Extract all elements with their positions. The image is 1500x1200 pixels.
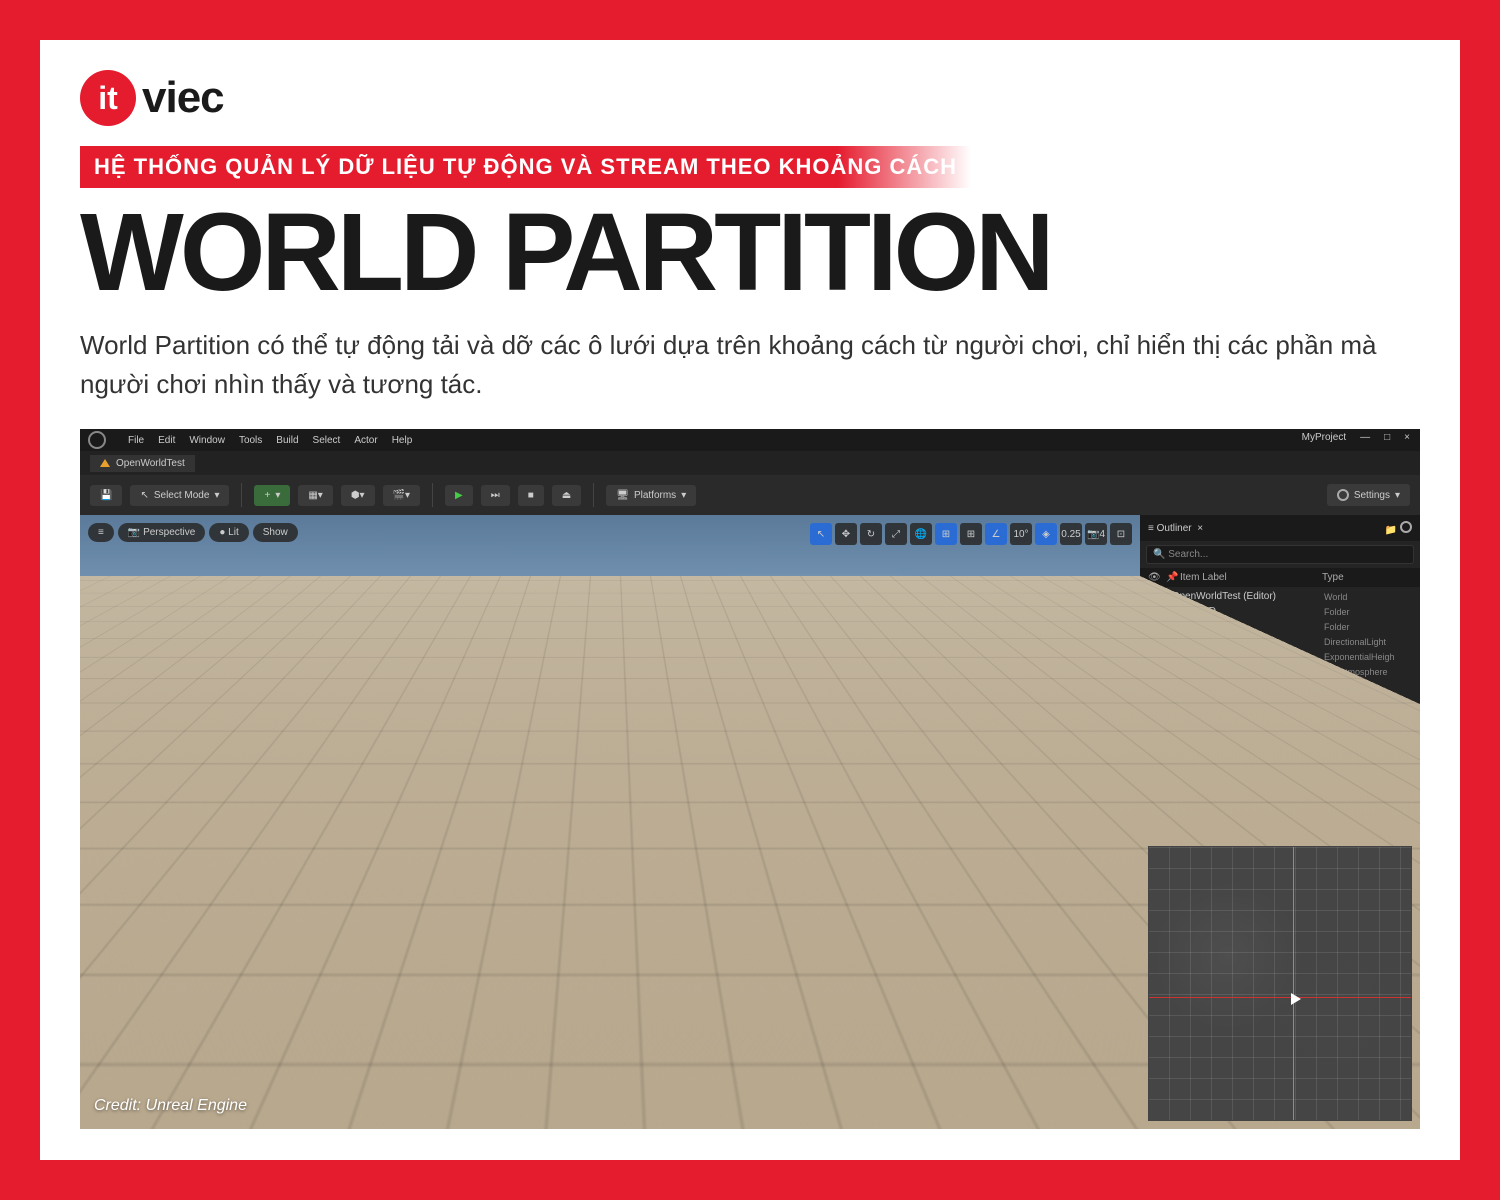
- window-minimize[interactable]: —: [1360, 432, 1370, 443]
- camera-speed[interactable]: 📷4: [1085, 523, 1107, 545]
- menu-bar: File Edit Window Tools Build Select Acto…: [80, 429, 1420, 451]
- settings-button[interactable]: Settings▾: [1327, 484, 1410, 506]
- skip-button[interactable]: ⏭: [481, 485, 510, 506]
- separator: [241, 483, 242, 507]
- play-button[interactable]: ▶: [445, 485, 473, 506]
- minimap-axis-x: [1149, 997, 1411, 998]
- subtitle: HỆ THỐNG QUẢN LÝ DỮ LIỆU TỰ ĐỘNG VÀ STRE…: [94, 154, 957, 180]
- menu-tools[interactable]: Tools: [239, 435, 262, 446]
- chevron-down-icon: ▾: [214, 490, 219, 501]
- platforms-button[interactable]: 🖥 Platforms▾: [606, 485, 696, 506]
- tree-item-type: World: [1324, 592, 1414, 602]
- translate-tool[interactable]: ✥: [835, 523, 857, 545]
- gear-icon: [1337, 489, 1349, 501]
- grid-snap-value[interactable]: ⊞: [960, 523, 982, 545]
- angle-snap[interactable]: ∠: [985, 523, 1007, 545]
- select-tool[interactable]: ↖: [810, 523, 832, 545]
- settings-label: Settings: [1354, 490, 1390, 501]
- gear-icon[interactable]: [1400, 521, 1412, 533]
- page-title: WORLD PARTITION: [80, 198, 1420, 308]
- menu-build[interactable]: Build: [276, 435, 298, 446]
- main-toolbar: 💾 ↖ Select Mode ▾ +▾ ▦▾ ⬢▾ 🎬▾ ▶ ⏭ ■ ⏏ 🖥 …: [80, 475, 1420, 515]
- viewport-menu[interactable]: ≡: [88, 523, 114, 542]
- unreal-logo-icon: [88, 431, 106, 449]
- menu-select[interactable]: Select: [313, 435, 341, 446]
- platforms-label: Platforms: [634, 490, 676, 501]
- stop-button[interactable]: ■: [518, 485, 544, 506]
- plus-icon: +: [264, 490, 270, 501]
- separator: [432, 483, 433, 507]
- level-tab[interactable]: OpenWorldTest: [90, 455, 195, 472]
- outliner-search[interactable]: 🔍 Search...: [1146, 545, 1414, 564]
- outliner-header: 👁 📌 Item Label Type: [1140, 568, 1420, 587]
- project-name: MyProject: [1302, 432, 1346, 443]
- window-maximize[interactable]: □: [1384, 432, 1390, 443]
- perspective-label: Perspective: [143, 527, 195, 538]
- logo-text: viec: [142, 73, 224, 123]
- camera-speed-value: 4: [1099, 529, 1105, 540]
- sphere-icon: ●: [219, 527, 225, 538]
- world-partition-minimap[interactable]: [1148, 846, 1412, 1121]
- level-tab-label: OpenWorldTest: [116, 458, 185, 469]
- viewport-perspective[interactable]: 📷 Perspective: [118, 523, 205, 542]
- cursor-icon: ↖: [140, 490, 148, 501]
- tree-item-type: Folder: [1324, 622, 1414, 632]
- separator: [593, 483, 594, 507]
- menu-edit[interactable]: Edit: [158, 435, 175, 446]
- col-item-label[interactable]: Item Label: [1180, 572, 1322, 583]
- col-type[interactable]: Type: [1322, 572, 1412, 583]
- cinematics-button[interactable]: 🎬▾: [383, 485, 420, 506]
- viewport[interactable]: ≡ 📷 Perspective ● Lit Show ↖ ✥ ↻ ⤢: [80, 515, 1140, 1129]
- marketplace-button[interactable]: ▦▾: [298, 485, 332, 506]
- new-folder-icon[interactable]: 📁: [1385, 525, 1397, 536]
- outliner-tab[interactable]: Outliner: [1157, 523, 1192, 534]
- minimap-grid: [1149, 847, 1411, 1120]
- logo-circle: it: [80, 70, 136, 126]
- minimap-axis-y: [1293, 847, 1294, 1120]
- eject-button[interactable]: ⏏: [552, 485, 581, 506]
- blueprints-button[interactable]: ⬢▾: [341, 485, 375, 506]
- menu-window[interactable]: Window: [189, 435, 225, 446]
- scale-snap-value[interactable]: 0.25: [1060, 523, 1082, 545]
- coord-space[interactable]: 🌐: [910, 523, 932, 545]
- subtitle-bar: HỆ THỐNG QUẢN LÝ DỮ LIỆU TỰ ĐỘNG VÀ STRE…: [80, 146, 971, 188]
- lit-label: Lit: [228, 527, 239, 538]
- description: World Partition có thể tự động tải và dỡ…: [80, 326, 1420, 404]
- document-tabs: OpenWorldTest: [80, 451, 1420, 475]
- scale-tool[interactable]: ⤢: [885, 523, 907, 545]
- add-content-button[interactable]: +▾: [254, 485, 290, 506]
- tree-item-type: ExponentialHeigh: [1324, 652, 1414, 662]
- brand-logo: it viec: [80, 70, 1420, 126]
- viewport-maximize[interactable]: ⊡: [1110, 523, 1132, 545]
- grid-snap[interactable]: ⊞: [935, 523, 957, 545]
- level-icon: [100, 459, 110, 467]
- camera-icon: 📷: [128, 527, 140, 538]
- select-mode-button[interactable]: ↖ Select Mode ▾: [130, 485, 229, 506]
- unreal-editor: File Edit Window Tools Build Select Acto…: [80, 429, 1420, 1129]
- window-close[interactable]: ×: [1404, 432, 1410, 443]
- angle-snap-value[interactable]: 10°: [1010, 523, 1032, 545]
- image-credit: Credit: Unreal Engine: [94, 1097, 247, 1115]
- viewport-lit[interactable]: ● Lit: [209, 523, 248, 542]
- outliner-tab-bar: ≡ Outliner × 📁: [1140, 515, 1420, 541]
- tree-item-type: DirectionalLight: [1324, 637, 1414, 647]
- platforms-icon: 🖥: [616, 490, 629, 501]
- rotate-tool[interactable]: ↻: [860, 523, 882, 545]
- select-mode-label: Select Mode: [154, 490, 210, 501]
- menu-help[interactable]: Help: [392, 435, 413, 446]
- minimap-player-icon: [1291, 993, 1301, 1005]
- tree-item-type: Folder: [1324, 607, 1414, 617]
- menu-actor[interactable]: Actor: [354, 435, 377, 446]
- viewport-show[interactable]: Show: [253, 523, 298, 542]
- search-placeholder: Search...: [1168, 549, 1208, 560]
- scale-snap[interactable]: ◈: [1035, 523, 1057, 545]
- menu-file[interactable]: File: [128, 435, 144, 446]
- save-button[interactable]: 💾: [90, 485, 122, 506]
